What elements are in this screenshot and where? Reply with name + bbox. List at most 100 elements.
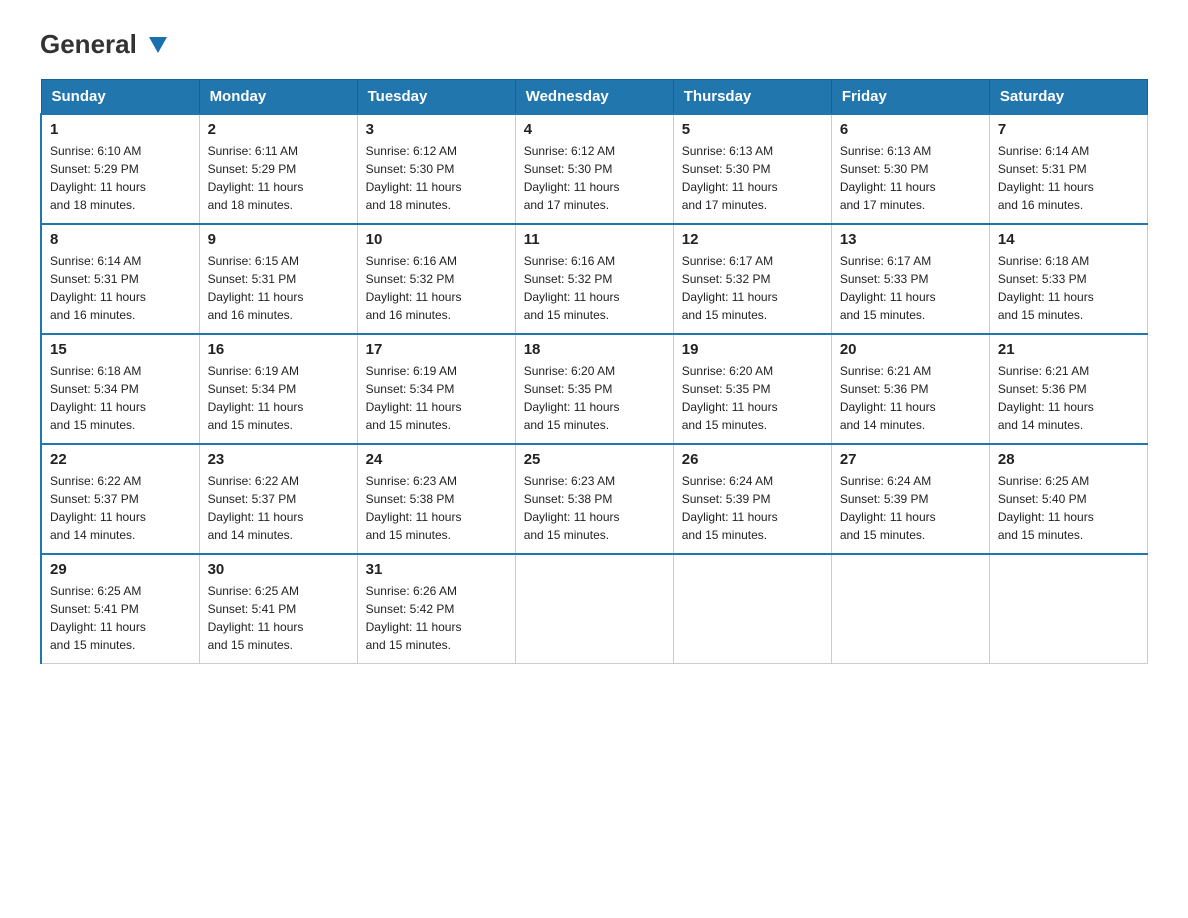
- day-number: 14: [998, 231, 1139, 248]
- day-number: 18: [524, 341, 665, 358]
- day-number: 15: [50, 341, 191, 358]
- day-number: 19: [682, 341, 823, 358]
- day-info: Sunrise: 6:14 AMSunset: 5:31 PMDaylight:…: [50, 252, 191, 324]
- logo-arrow-icon: [149, 37, 167, 55]
- day-number: 5: [682, 121, 823, 138]
- calendar-cell: 31Sunrise: 6:26 AMSunset: 5:42 PMDayligh…: [357, 554, 515, 664]
- calendar-cell: 25 Sunrise: 6:23 AMSunset: 5:38 PMDayligh…: [515, 444, 673, 554]
- calendar-cell: 19 Sunrise: 6:20 AMSunset: 5:35 PMDayligh…: [673, 334, 831, 444]
- calendar-cell: 8 Sunrise: 6:14 AMSunset: 5:31 PMDaylight…: [41, 224, 199, 334]
- day-number: 11: [524, 231, 665, 248]
- calendar-table: Sunday Monday Tuesday Wednesday Thursday…: [40, 79, 1148, 665]
- calendar-week-row: 22 Sunrise: 6:22 AMSunset: 5:37 PMDayligh…: [41, 444, 1148, 554]
- day-number: 23: [208, 451, 349, 468]
- calendar-cell: 2Sunrise: 6:11 AMSunset: 5:29 PMDaylight…: [199, 114, 357, 224]
- calendar-cell: 14Sunrise: 6:18 AMSunset: 5:33 PMDayligh…: [989, 224, 1147, 334]
- calendar-cell: 13 Sunrise: 6:17 AMSunset: 5:33 PMDayligh…: [831, 224, 989, 334]
- day-number: 4: [524, 121, 665, 138]
- calendar-cell: 26 Sunrise: 6:24 AMSunset: 5:39 PMDayligh…: [673, 444, 831, 554]
- day-info: Sunrise: 6:18 AMSunset: 5:34 PMDaylight:…: [50, 362, 191, 434]
- day-info: Sunrise: 6:15 AMSunset: 5:31 PMDaylight:…: [208, 252, 349, 324]
- day-number: 22: [50, 451, 191, 468]
- day-number: 7: [998, 121, 1139, 138]
- day-number: 30: [208, 561, 349, 578]
- calendar-week-row: 1 Sunrise: 6:10 AMSunset: 5:29 PMDaylight…: [41, 114, 1148, 224]
- calendar-cell: 5 Sunrise: 6:13 AMSunset: 5:30 PMDaylight…: [673, 114, 831, 224]
- day-info: Sunrise: 6:23 AMSunset: 5:38 PMDaylight:…: [366, 472, 507, 544]
- calendar-week-row: 29 Sunrise: 6:25 AMSunset: 5:41 PMDayligh…: [41, 554, 1148, 664]
- col-thursday: Thursday: [673, 79, 831, 114]
- day-info: Sunrise: 6:21 AMSunset: 5:36 PMDaylight:…: [998, 362, 1139, 434]
- day-number: 26: [682, 451, 823, 468]
- day-info: Sunrise: 6:22 AMSunset: 5:37 PMDaylight:…: [208, 472, 349, 544]
- day-info: Sunrise: 6:20 AMSunset: 5:35 PMDaylight:…: [524, 362, 665, 434]
- calendar-cell: [515, 554, 673, 664]
- calendar-cell: 10Sunrise: 6:16 AMSunset: 5:32 PMDayligh…: [357, 224, 515, 334]
- day-info: Sunrise: 6:10 AMSunset: 5:29 PMDaylight:…: [50, 142, 191, 214]
- day-number: 9: [208, 231, 349, 248]
- calendar-cell: 21 Sunrise: 6:21 AMSunset: 5:36 PMDayligh…: [989, 334, 1147, 444]
- day-info: Sunrise: 6:25 AMSunset: 5:41 PMDaylight:…: [50, 582, 191, 654]
- calendar-cell: 27 Sunrise: 6:24 AMSunset: 5:39 PMDayligh…: [831, 444, 989, 554]
- day-info: Sunrise: 6:21 AMSunset: 5:36 PMDaylight:…: [840, 362, 981, 434]
- day-info: Sunrise: 6:24 AMSunset: 5:39 PMDaylight:…: [840, 472, 981, 544]
- logo: General: [40, 30, 148, 59]
- day-number: 10: [366, 231, 507, 248]
- day-info: Sunrise: 6:19 AMSunset: 5:34 PMDaylight:…: [208, 362, 349, 434]
- calendar-cell: 4Sunrise: 6:12 AMSunset: 5:30 PMDaylight…: [515, 114, 673, 224]
- day-number: 3: [366, 121, 507, 138]
- calendar-cell: 18 Sunrise: 6:20 AMSunset: 5:35 PMDayligh…: [515, 334, 673, 444]
- day-number: 6: [840, 121, 981, 138]
- calendar-week-row: 8 Sunrise: 6:14 AMSunset: 5:31 PMDaylight…: [41, 224, 1148, 334]
- day-number: 29: [50, 561, 191, 578]
- day-number: 17: [366, 341, 507, 358]
- day-info: Sunrise: 6:11 AMSunset: 5:29 PMDaylight:…: [208, 142, 349, 214]
- day-info: Sunrise: 6:13 AMSunset: 5:30 PMDaylight:…: [840, 142, 981, 214]
- calendar-cell: 6 Sunrise: 6:13 AMSunset: 5:30 PMDaylight…: [831, 114, 989, 224]
- calendar-cell: 1 Sunrise: 6:10 AMSunset: 5:29 PMDaylight…: [41, 114, 199, 224]
- calendar-cell: 22 Sunrise: 6:22 AMSunset: 5:37 PMDayligh…: [41, 444, 199, 554]
- day-info: Sunrise: 6:24 AMSunset: 5:39 PMDaylight:…: [682, 472, 823, 544]
- day-number: 21: [998, 341, 1139, 358]
- day-number: 13: [840, 231, 981, 248]
- day-info: Sunrise: 6:13 AMSunset: 5:30 PMDaylight:…: [682, 142, 823, 214]
- day-info: Sunrise: 6:20 AMSunset: 5:35 PMDaylight:…: [682, 362, 823, 434]
- day-number: 27: [840, 451, 981, 468]
- calendar-cell: [673, 554, 831, 664]
- calendar-body: 1 Sunrise: 6:10 AMSunset: 5:29 PMDaylight…: [41, 114, 1148, 664]
- day-info: Sunrise: 6:14 AMSunset: 5:31 PMDaylight:…: [998, 142, 1139, 214]
- day-number: 12: [682, 231, 823, 248]
- col-wednesday: Wednesday: [515, 79, 673, 114]
- col-tuesday: Tuesday: [357, 79, 515, 114]
- calendar-cell: 23 Sunrise: 6:22 AMSunset: 5:37 PMDayligh…: [199, 444, 357, 554]
- calendar-cell: 11Sunrise: 6:16 AMSunset: 5:32 PMDayligh…: [515, 224, 673, 334]
- calendar-cell: 7 Sunrise: 6:14 AMSunset: 5:31 PMDaylight…: [989, 114, 1147, 224]
- day-number: 28: [998, 451, 1139, 468]
- day-number: 8: [50, 231, 191, 248]
- calendar-cell: 24 Sunrise: 6:23 AMSunset: 5:38 PMDayligh…: [357, 444, 515, 554]
- day-number: 25: [524, 451, 665, 468]
- calendar-cell: [989, 554, 1147, 664]
- calendar-cell: 28Sunrise: 6:25 AMSunset: 5:40 PMDayligh…: [989, 444, 1147, 554]
- day-info: Sunrise: 6:25 AMSunset: 5:41 PMDaylight:…: [208, 582, 349, 654]
- day-number: 24: [366, 451, 507, 468]
- calendar-cell: 29 Sunrise: 6:25 AMSunset: 5:41 PMDayligh…: [41, 554, 199, 664]
- day-number: 1: [50, 121, 191, 138]
- calendar-week-row: 15 Sunrise: 6:18 AMSunset: 5:34 PMDayligh…: [41, 334, 1148, 444]
- logo-line1: General: [40, 30, 148, 59]
- day-info: Sunrise: 6:17 AMSunset: 5:33 PMDaylight:…: [840, 252, 981, 324]
- calendar-cell: 16 Sunrise: 6:19 AMSunset: 5:34 PMDayligh…: [199, 334, 357, 444]
- calendar-cell: 3 Sunrise: 6:12 AMSunset: 5:30 PMDaylight…: [357, 114, 515, 224]
- day-info: Sunrise: 6:23 AMSunset: 5:38 PMDaylight:…: [524, 472, 665, 544]
- calendar-cell: [831, 554, 989, 664]
- col-monday: Monday: [199, 79, 357, 114]
- day-info: Sunrise: 6:17 AMSunset: 5:32 PMDaylight:…: [682, 252, 823, 324]
- page-header: General: [40, 30, 1148, 59]
- day-info: Sunrise: 6:12 AMSunset: 5:30 PMDaylight:…: [366, 142, 507, 214]
- day-number: 16: [208, 341, 349, 358]
- col-sunday: Sunday: [41, 79, 199, 114]
- col-friday: Friday: [831, 79, 989, 114]
- calendar-cell: 9 Sunrise: 6:15 AMSunset: 5:31 PMDaylight…: [199, 224, 357, 334]
- calendar-cell: 12 Sunrise: 6:17 AMSunset: 5:32 PMDayligh…: [673, 224, 831, 334]
- day-info: Sunrise: 6:22 AMSunset: 5:37 PMDaylight:…: [50, 472, 191, 544]
